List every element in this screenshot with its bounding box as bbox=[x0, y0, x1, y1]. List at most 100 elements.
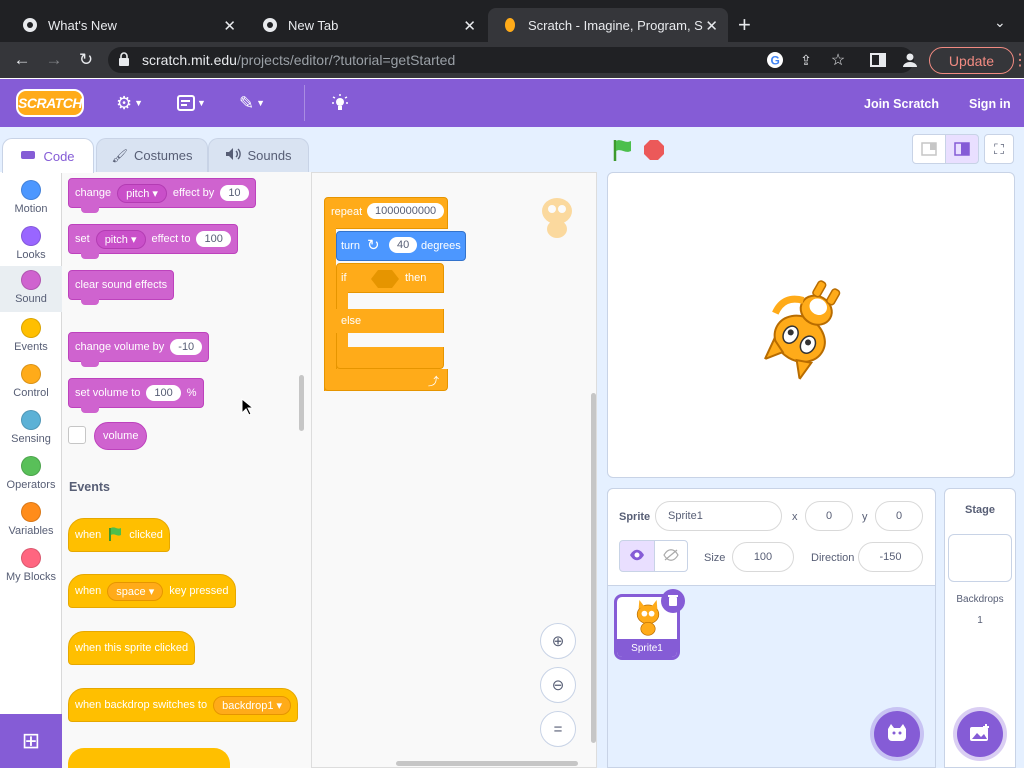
hide-sprite-button[interactable] bbox=[654, 540, 688, 572]
scratch-logo[interactable]: SCRATCH bbox=[16, 89, 84, 117]
category-control[interactable]: Control bbox=[0, 360, 62, 406]
partial-event-block[interactable] bbox=[68, 748, 230, 768]
category-dot bbox=[21, 410, 41, 430]
block-text: when backdrop switches to bbox=[75, 699, 208, 711]
category-events[interactable]: Events bbox=[0, 314, 62, 360]
side-panel-icon[interactable] bbox=[866, 49, 890, 71]
close-icon[interactable]: ✕ bbox=[223, 17, 236, 35]
y-input[interactable]: 0 bbox=[875, 501, 923, 531]
sprite-name-input[interactable]: Sprite1 bbox=[655, 501, 782, 531]
effect-dropdown[interactable]: pitch ▾ bbox=[117, 183, 167, 203]
close-icon[interactable]: ✕ bbox=[705, 17, 718, 35]
reload-icon[interactable]: ↻ bbox=[74, 49, 98, 71]
zoom-out-button[interactable]: ⊖ bbox=[540, 667, 576, 703]
when-flag-clicked-block[interactable]: when clicked bbox=[68, 518, 170, 552]
category-label: Control bbox=[13, 387, 49, 399]
block-text: key pressed bbox=[169, 585, 229, 597]
backdrop-thumbnail[interactable] bbox=[948, 534, 1012, 582]
stage-canvas[interactable] bbox=[607, 172, 1015, 478]
repeat-count-input[interactable]: 1000000000 bbox=[367, 203, 445, 219]
browser-tab-scratch[interactable]: Scratch - Imagine, Program, Sh ✕ bbox=[488, 8, 728, 42]
change-effect-block[interactable]: change pitch ▾ effect by 10 bbox=[68, 178, 256, 213]
block-text: effect to bbox=[151, 233, 191, 245]
edit-pencil-icon[interactable]: ✎ ▼ bbox=[239, 91, 265, 115]
volume-reporter-block[interactable]: volume bbox=[94, 422, 148, 450]
choose-sprite-button[interactable] bbox=[874, 711, 920, 757]
browser-tab-new-tab[interactable]: New Tab ✕ bbox=[248, 8, 486, 42]
profile-icon[interactable] bbox=[898, 49, 922, 71]
choose-backdrop-button[interactable] bbox=[957, 711, 1003, 757]
category-looks[interactable]: Looks bbox=[0, 222, 62, 268]
set-volume-block[interactable]: set volume to 100 % bbox=[68, 378, 204, 413]
chrome-icon bbox=[262, 17, 278, 33]
small-stage-button[interactable] bbox=[912, 134, 946, 164]
number-input[interactable]: -10 bbox=[170, 339, 203, 355]
category-operators[interactable]: Operators bbox=[0, 452, 62, 498]
effect-dropdown[interactable]: pitch ▾ bbox=[95, 229, 146, 249]
when-key-pressed-block[interactable]: when space ▾ key pressed bbox=[68, 574, 236, 608]
lock-icon[interactable] bbox=[118, 52, 130, 70]
forward-icon[interactable]: → bbox=[42, 49, 66, 71]
show-sprite-button[interactable] bbox=[619, 540, 655, 572]
update-button[interactable]: Update bbox=[929, 47, 1014, 74]
zoom-in-button[interactable]: ⊕ bbox=[540, 623, 576, 659]
file-menu-icon[interactable]: ▼ bbox=[177, 91, 206, 115]
zoom-reset-button[interactable]: = bbox=[540, 711, 576, 747]
bookmark-star-icon[interactable]: ☆ bbox=[826, 49, 850, 71]
add-extension-button[interactable]: ⊞ bbox=[0, 714, 62, 768]
number-input[interactable]: 100 bbox=[146, 385, 181, 401]
tab-costumes[interactable]: 🖌 Costumes bbox=[96, 138, 208, 172]
fullscreen-icon[interactable]: ⛶ bbox=[984, 134, 1014, 164]
workspace-vertical-scrollbar[interactable] bbox=[591, 393, 596, 743]
when-sprite-clicked-block[interactable]: when this sprite clicked bbox=[68, 631, 196, 665]
sign-in-link[interactable]: Sign in bbox=[969, 97, 1011, 111]
size-input[interactable]: 100 bbox=[732, 542, 794, 572]
category-motion[interactable]: Motion bbox=[0, 176, 62, 222]
when-backdrop-switches-block[interactable]: when backdrop switches to backdrop1 ▾ bbox=[68, 688, 299, 722]
tab-sounds[interactable]: Sounds bbox=[208, 138, 309, 172]
tab-search-icon[interactable]: ⌄ bbox=[994, 14, 1006, 31]
backdrop-dropdown[interactable]: backdrop1 ▾ bbox=[213, 695, 292, 715]
category-variables[interactable]: Variables bbox=[0, 498, 62, 544]
turn-degrees-input[interactable]: 40 bbox=[389, 237, 418, 253]
sprite-cat-image[interactable] bbox=[739, 255, 877, 394]
volume-monitor-checkbox[interactable] bbox=[68, 426, 86, 444]
browser-tab-whats-new[interactable]: What's New ✕ bbox=[8, 8, 246, 42]
repeat-arm bbox=[324, 228, 336, 391]
trash-icon bbox=[667, 594, 679, 609]
key-dropdown[interactable]: space ▾ bbox=[107, 581, 164, 601]
category-sound[interactable]: Sound bbox=[0, 266, 62, 312]
change-volume-block[interactable]: change volume by -10 bbox=[68, 332, 210, 367]
workspace-horizontal-scrollbar[interactable] bbox=[396, 761, 578, 766]
google-icon[interactable]: G bbox=[766, 51, 784, 72]
condition-slot[interactable] bbox=[370, 269, 400, 292]
tutorials-lightbulb-icon[interactable] bbox=[330, 91, 350, 115]
delete-sprite-button[interactable] bbox=[661, 589, 685, 613]
palette-scrollbar[interactable] bbox=[299, 375, 304, 431]
stop-button[interactable] bbox=[643, 139, 665, 164]
category-label: Sensing bbox=[11, 433, 51, 445]
share-icon[interactable]: ⇪ bbox=[794, 49, 818, 71]
category-my-blocks[interactable]: My Blocks bbox=[0, 544, 62, 590]
direction-input[interactable]: -150 bbox=[858, 542, 923, 572]
x-input[interactable]: 0 bbox=[805, 501, 853, 531]
back-icon[interactable]: ← bbox=[10, 49, 34, 71]
category-sensing[interactable]: Sensing bbox=[0, 406, 62, 452]
new-tab-icon[interactable]: + bbox=[738, 12, 751, 38]
number-input[interactable]: 10 bbox=[220, 185, 249, 201]
x-label: x bbox=[792, 511, 798, 523]
more-menu-icon[interactable]: ⋮ bbox=[1012, 50, 1024, 70]
join-scratch-link[interactable]: Join Scratch bbox=[864, 97, 939, 111]
settings-gear-icon[interactable]: ⚙ ▼ bbox=[116, 91, 143, 115]
tab-code[interactable]: Code bbox=[2, 138, 94, 173]
clear-sound-effects-block[interactable]: clear sound effects bbox=[68, 270, 175, 305]
number-input[interactable]: 100 bbox=[196, 231, 231, 247]
eye-slash-icon bbox=[663, 548, 679, 564]
large-stage-button[interactable] bbox=[945, 134, 979, 164]
size-label: Size bbox=[704, 552, 726, 564]
brush-icon: 🖌 bbox=[111, 147, 128, 163]
green-flag-button[interactable] bbox=[611, 138, 635, 165]
svg-text:G: G bbox=[771, 54, 780, 68]
set-effect-block[interactable]: set pitch ▾ effect to 100 bbox=[68, 224, 238, 259]
close-icon[interactable]: ✕ bbox=[463, 17, 476, 35]
